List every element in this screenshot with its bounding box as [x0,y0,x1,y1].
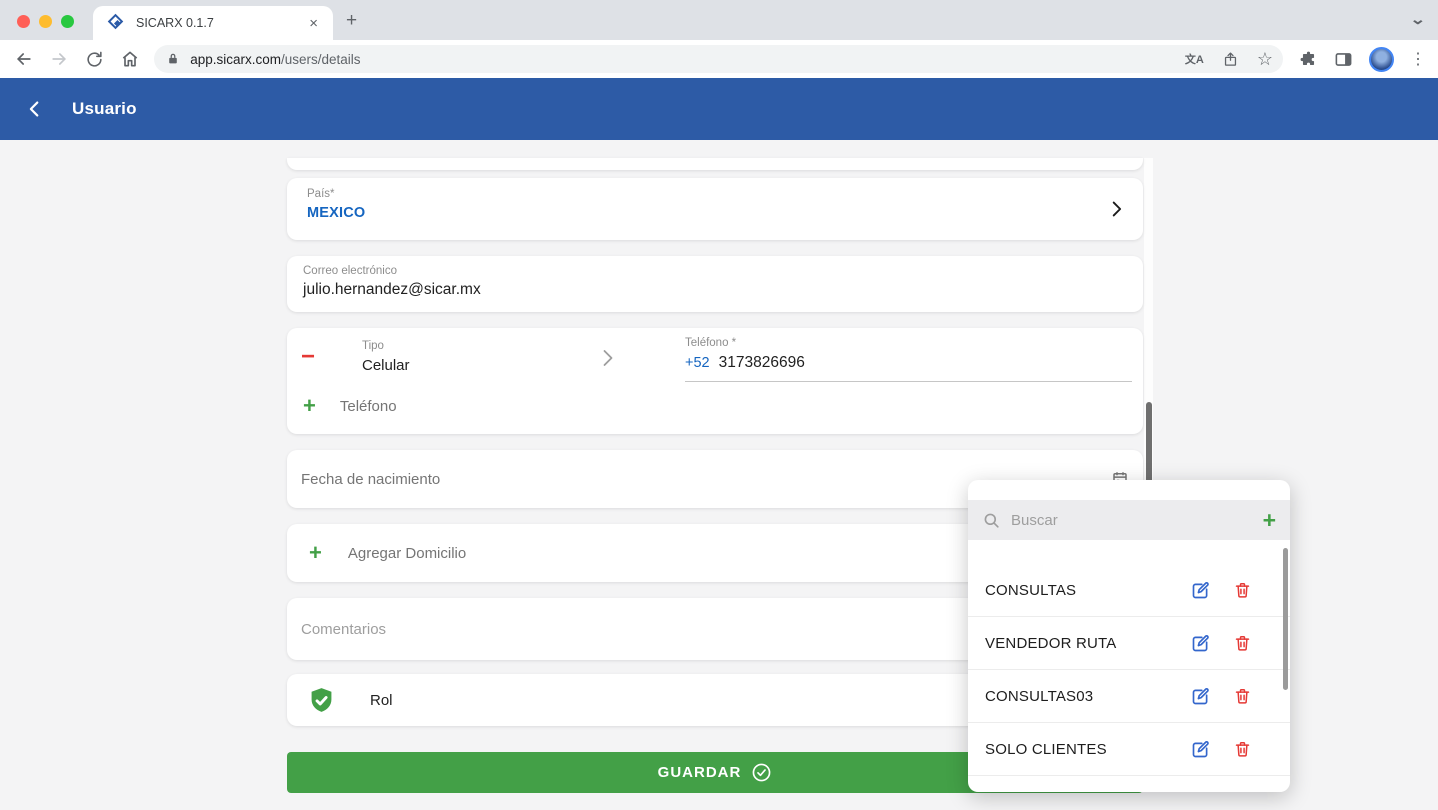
browser-toolbar: app.sicarx.com/users/details 文A ☆ ⋮ [0,40,1438,78]
back-icon[interactable] [12,47,36,71]
browser-menu-icon[interactable]: ⋮ [1410,49,1426,69]
rol-label: Rol [370,692,393,709]
delete-role-icon[interactable] [1233,740,1252,759]
add-phone-label: Teléfono [340,398,397,415]
edit-role-icon[interactable] [1190,739,1211,760]
translate-icon[interactable]: 文A [1185,51,1204,67]
telefono-label: Teléfono * [685,337,1132,349]
correo-value[interactable]: julio.hernandez@sicar.mx [303,281,1127,299]
tipo-label: Tipo [362,340,410,352]
chevron-right-icon[interactable] [1105,198,1127,220]
browser-tab[interactable]: SICARX 0.1.7 × [93,6,333,40]
share-icon[interactable] [1222,51,1239,68]
tipo-select[interactable]: Tipo Celular [362,340,410,374]
app-header: Usuario [0,78,1438,140]
tab-title: SICARX 0.1.7 [136,16,306,30]
guardar-label: GUARDAR [658,764,742,781]
previous-card-edge [287,158,1143,170]
remove-phone-icon[interactable]: − [301,348,315,366]
tab-close-icon[interactable]: × [306,15,321,32]
roles-search-bar[interactable]: + [968,500,1290,540]
window-controls [17,15,74,28]
close-window-button[interactable] [17,15,30,28]
tab-strip: SICARX 0.1.7 × + ⌄ [0,0,1438,40]
delete-role-icon[interactable] [1233,687,1252,706]
dial-code[interactable]: +52 [685,355,710,371]
telefono-input-group: Teléfono * +52 [685,337,1132,382]
check-circle-icon [751,762,772,783]
sicarx-favicon-icon [109,15,126,32]
home-icon[interactable] [119,47,143,71]
pais-label: País* [307,188,1123,200]
rol-list-partial-row [968,776,1290,792]
rol-name: CONSULTAS03 [985,688,1190,705]
rol-list-item[interactable]: CONSULTAS03 [968,670,1290,723]
rol-name: VENDEDOR RUTA [985,635,1190,652]
browser-window: SICARX 0.1.7 × + ⌄ app.sicarx.com/users/… [0,0,1438,810]
rol-list: CONSULTAS VENDEDOR RUTA CONSULTAS03 [968,540,1290,792]
correo-label: Correo electrónico [303,265,1127,277]
add-role-icon[interactable]: + [1263,510,1276,530]
roles-search-input[interactable] [1011,512,1253,529]
url-text[interactable]: app.sicarx.com/users/details [190,52,1167,67]
forward-icon[interactable] [48,47,72,71]
profile-avatar[interactable] [1369,47,1394,72]
delete-role-icon[interactable] [1233,581,1252,600]
page-title: Usuario [72,99,137,119]
bookmark-star-icon[interactable]: ☆ [1257,51,1273,67]
address-bar[interactable]: app.sicarx.com/users/details 文A ☆ [154,45,1283,73]
search-icon [982,511,1001,530]
rol-list-item[interactable]: VENDEDOR RUTA [968,617,1290,670]
chevron-right-icon[interactable] [595,346,619,370]
tipo-value: Celular [362,357,410,374]
tab-search-chevron-icon[interactable]: ⌄ [1410,11,1426,28]
telefono-card: − Tipo Celular Teléfono * +52 + Teléfono [287,328,1143,434]
new-tab-button[interactable]: + [346,9,357,33]
reload-icon[interactable] [83,47,107,71]
add-phone-button[interactable]: + Teléfono [303,396,397,416]
extensions-puzzle-icon[interactable] [1299,50,1318,69]
pais-field[interactable]: País* MEXICO [287,178,1143,240]
pais-value: MEXICO [307,205,1123,221]
rol-name: SOLO CLIENTES [985,741,1190,758]
zoom-window-button[interactable] [61,15,74,28]
plus-icon: + [309,543,322,563]
edit-role-icon[interactable] [1190,633,1211,654]
rol-name: CONSULTAS [985,582,1190,599]
popover-scrollbar-thumb[interactable] [1283,548,1288,690]
form-content: País* MEXICO Correo electrónico julio.he… [0,140,1438,810]
edit-role-icon[interactable] [1190,580,1211,601]
shield-check-icon [307,686,336,715]
roles-popover: + CONSULTAS VENDEDOR RUTA CONSULTAS03 [968,480,1290,792]
rol-list-item[interactable]: SOLO CLIENTES [968,723,1290,776]
minimize-window-button[interactable] [39,15,52,28]
rol-list-item[interactable]: CONSULTAS [968,564,1290,617]
add-domicilio-label: Agregar Domicilio [348,545,466,562]
telefono-input[interactable] [719,354,1079,372]
correo-field[interactable]: Correo electrónico julio.hernandez@sicar… [287,256,1143,312]
lock-icon [166,52,180,66]
edit-role-icon[interactable] [1190,686,1211,707]
delete-role-icon[interactable] [1233,634,1252,653]
side-panel-icon[interactable] [1334,50,1353,69]
plus-icon: + [303,396,316,416]
back-chevron-icon[interactable] [24,98,46,120]
